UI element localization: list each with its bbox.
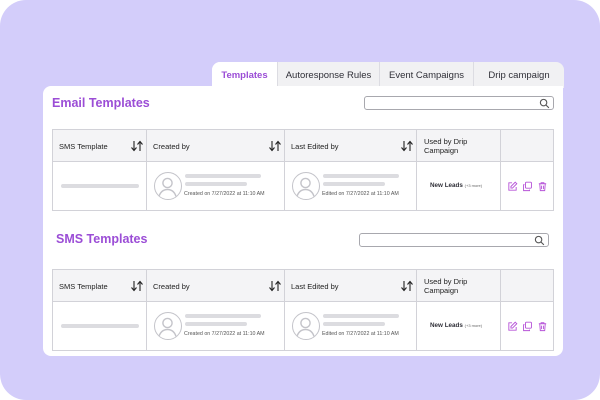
user-avatar-icon — [292, 172, 320, 200]
drip-campaign-link[interactable]: New Leads (+3 more) — [430, 182, 482, 189]
tab-event-campaigns[interactable]: Event Campaigns — [380, 62, 474, 88]
last-edited-by-cell: Edited on 7/27/2022 at 11:10 AM — [285, 162, 417, 210]
sort-arrows-icon[interactable] — [400, 280, 414, 292]
table-row[interactable]: Created on 7/27/2022 at 11:10 AM Edited … — [53, 162, 553, 210]
header-label: SMS Template — [59, 142, 108, 151]
header-actions — [501, 270, 553, 301]
edited-timestamp: Edited on 7/27/2022 at 11:10 AM — [322, 191, 399, 197]
header-label: Created by — [153, 142, 190, 151]
header-label: Used by Drip Campaign — [424, 277, 468, 295]
copy-icon[interactable] — [522, 321, 533, 332]
table-header-row: SMS Template Created by Last Edited by U… — [53, 270, 553, 302]
sms-templates-title: SMS Templates — [56, 232, 148, 246]
created-by-cell: Created on 7/27/2022 at 11:10 AM — [147, 302, 285, 350]
header-sms-template[interactable]: SMS Template — [53, 130, 147, 161]
search-icon — [534, 235, 545, 246]
header-last-edited-by[interactable]: Last Edited by — [285, 270, 417, 301]
placeholder-line — [61, 184, 139, 188]
user-avatar-icon — [154, 172, 182, 200]
header-created-by[interactable]: Created by — [147, 130, 285, 161]
header-label: Last Edited by — [291, 282, 339, 291]
user-avatar-icon — [292, 312, 320, 340]
placeholder-line — [185, 314, 261, 318]
placeholder-line — [323, 322, 385, 326]
header-label: Used by Drip Campaign — [424, 137, 468, 155]
actions-cell — [501, 162, 553, 210]
email-templates-title: Email Templates — [52, 96, 150, 110]
used-by-cell: New Leads (+3 more) — [417, 162, 501, 210]
more-count: (+3 more) — [464, 183, 483, 188]
created-timestamp: Created on 7/27/2022 at 11:10 AM — [184, 331, 265, 337]
trash-icon[interactable] — [537, 321, 548, 332]
placeholder-line — [185, 174, 261, 178]
tab-bar: Templates Autoresponse Rules Event Campa… — [212, 62, 564, 88]
header-sms-template[interactable]: SMS Template — [53, 270, 147, 301]
edited-timestamp: Edited on 7/27/2022 at 11:10 AM — [322, 331, 399, 337]
placeholder-line — [61, 324, 139, 328]
tab-autoresponse-rules[interactable]: Autoresponse Rules — [278, 62, 380, 88]
sort-arrows-icon[interactable] — [130, 280, 144, 292]
header-created-by[interactable]: Created by — [147, 270, 285, 301]
header-actions — [501, 130, 553, 161]
edit-icon[interactable] — [507, 321, 518, 332]
used-by-cell: New Leads (+3 more) — [417, 302, 501, 350]
sms-search-input[interactable] — [359, 233, 549, 247]
template-name-cell — [53, 302, 147, 350]
placeholder-line — [323, 314, 399, 318]
tab-templates[interactable]: Templates — [212, 62, 278, 88]
template-name-cell — [53, 162, 147, 210]
placeholder-line — [185, 322, 247, 326]
sort-arrows-icon[interactable] — [268, 140, 282, 152]
header-label: Last Edited by — [291, 142, 339, 151]
created-timestamp: Created on 7/27/2022 at 11:10 AM — [184, 191, 265, 197]
placeholder-line — [323, 182, 385, 186]
sms-templates-table: SMS Template Created by Last Edited by U… — [52, 269, 554, 351]
header-label: Created by — [153, 282, 190, 291]
drip-campaign-link[interactable]: New Leads (+3 more) — [430, 322, 482, 329]
placeholder-line — [185, 182, 247, 186]
header-used-by-drip-campaign: Used by Drip Campaign — [417, 130, 501, 161]
search-icon — [539, 98, 550, 109]
templates-card: Email Templates SMS Template Created by … — [43, 86, 563, 356]
more-count: (+3 more) — [464, 323, 483, 328]
created-by-cell: Created on 7/27/2022 at 11:10 AM — [147, 162, 285, 210]
table-header-row: SMS Template Created by Last Edited by U… — [53, 130, 553, 162]
actions-cell — [501, 302, 553, 350]
header-used-by-drip-campaign: Used by Drip Campaign — [417, 270, 501, 301]
email-templates-table: SMS Template Created by Last Edited by U… — [52, 129, 554, 211]
tab-drip-campaign[interactable]: Drip campaign — [474, 62, 564, 88]
table-row[interactable]: Created on 7/27/2022 at 11:10 AM Edited … — [53, 302, 553, 350]
user-avatar-icon — [154, 312, 182, 340]
sort-arrows-icon[interactable] — [400, 140, 414, 152]
email-search-input[interactable] — [364, 96, 554, 110]
copy-icon[interactable] — [522, 181, 533, 192]
header-label: SMS Template — [59, 282, 108, 291]
edit-icon[interactable] — [507, 181, 518, 192]
sort-arrows-icon[interactable] — [130, 140, 144, 152]
header-last-edited-by[interactable]: Last Edited by — [285, 130, 417, 161]
trash-icon[interactable] — [537, 181, 548, 192]
last-edited-by-cell: Edited on 7/27/2022 at 11:10 AM — [285, 302, 417, 350]
placeholder-line — [323, 174, 399, 178]
sort-arrows-icon[interactable] — [268, 280, 282, 292]
